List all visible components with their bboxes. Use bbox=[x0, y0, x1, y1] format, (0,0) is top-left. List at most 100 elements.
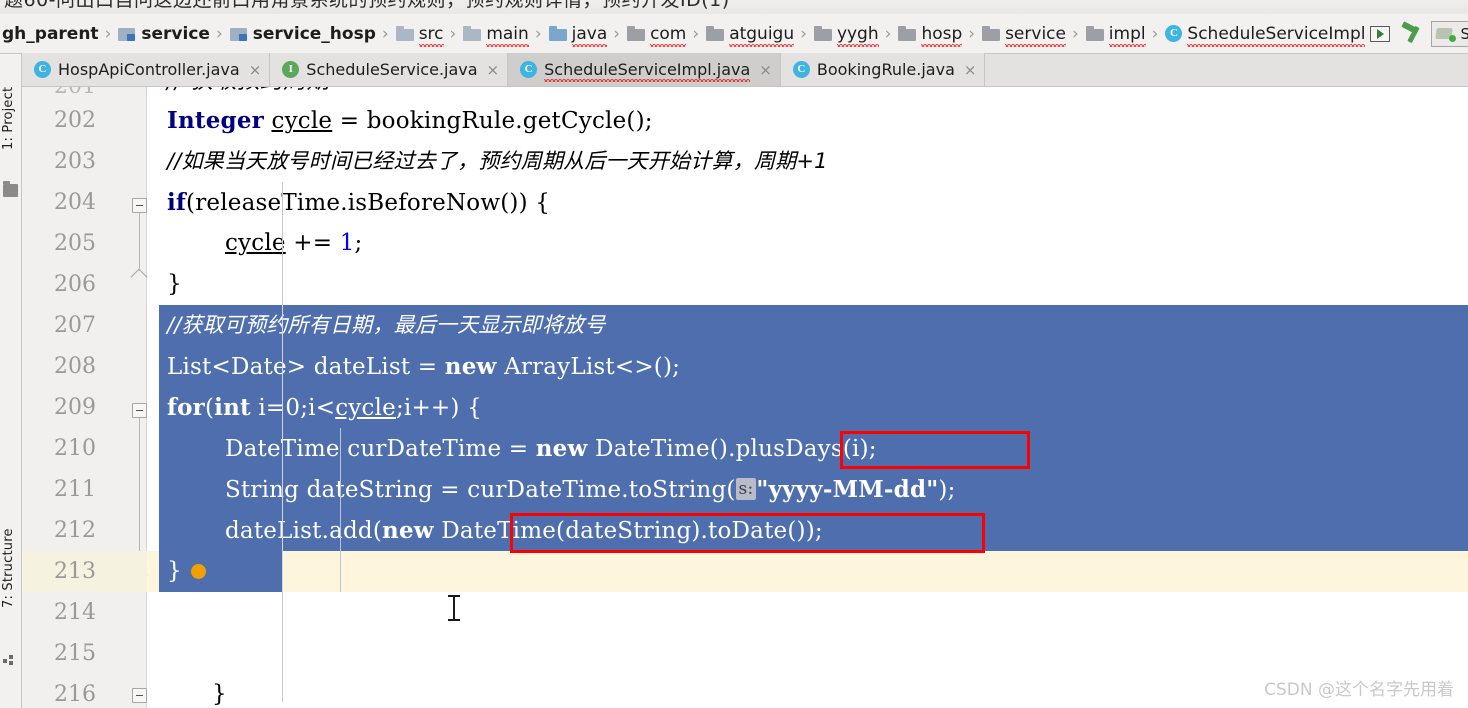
line-text: dateList.add(new DateTime(dateString).to… bbox=[225, 517, 823, 544]
tab-BookingRule[interactable]: C BookingRule.java × bbox=[780, 53, 986, 86]
breadcrumb-item-ScheduleServiceImpl[interactable]: C ScheduleServiceImpl bbox=[1163, 14, 1367, 53]
service-running-icon bbox=[1436, 26, 1457, 42]
code-editor[interactable]: 201 // 获取预约周期 202 Integer cycle = bookin… bbox=[22, 87, 1468, 708]
breadcrumb-item-com[interactable]: com bbox=[625, 14, 688, 53]
code-line-210[interactable]: 210 DateTime curDateTime = new DateTime(… bbox=[22, 428, 1468, 469]
breadcrumb-separator: › bbox=[534, 23, 542, 44]
line-number: 213 bbox=[54, 559, 96, 584]
line-number: 204 bbox=[54, 190, 96, 215]
line-text: } bbox=[212, 681, 227, 707]
breadcrumb-item-hosp[interactable]: hosp bbox=[896, 14, 964, 53]
breadcrumb-item-gh_parent[interactable]: gh_parent bbox=[0, 14, 101, 53]
service-selector[interactable]: S bbox=[1431, 20, 1468, 47]
tab-ScheduleServiceImpl[interactable]: C ScheduleServiceImpl.java × bbox=[508, 53, 781, 86]
breadcrumb-item-service-pkg[interactable]: service bbox=[980, 14, 1068, 53]
code-line-205[interactable]: 205 cycle += 1; bbox=[22, 223, 1468, 264]
breadcrumb-label: ScheduleServiceImpl bbox=[1187, 23, 1366, 47]
line-number: 205 bbox=[54, 231, 96, 256]
code-line-209[interactable]: 209 for(int i=0;i<cycle;i++) { bbox=[22, 387, 1468, 428]
line-text: for(int i=0;i<cycle;i++) { bbox=[167, 394, 482, 421]
line-text: cycle += 1; bbox=[225, 230, 363, 256]
class-icon: C bbox=[1165, 25, 1183, 42]
breadcrumb-label: service bbox=[1005, 23, 1066, 47]
code-line-201[interactable]: 201 // 获取预约周期 bbox=[22, 87, 1468, 100]
breadcrumb-label: main bbox=[486, 23, 530, 47]
breadcrumb-label: java bbox=[571, 23, 608, 47]
breakpoint-marker[interactable] bbox=[191, 564, 206, 579]
close-icon[interactable]: × bbox=[757, 61, 772, 79]
tab-label: HospApiController.java bbox=[58, 60, 240, 79]
left-toolwindow-stripe: 1: Project 7: Structure bbox=[0, 54, 22, 708]
editor-tabs[interactable]: C HospApiController.java × I ScheduleSer… bbox=[22, 53, 1468, 87]
close-icon[interactable]: × bbox=[247, 61, 262, 79]
code-line-204[interactable]: 204 if(releaseTime.isBeforeNow()) { bbox=[22, 182, 1468, 223]
folder-icon bbox=[395, 25, 414, 42]
code-line-216[interactable]: 216 } bbox=[22, 674, 1468, 708]
breadcrumb-label: atguigu bbox=[729, 23, 795, 47]
code-line-213[interactable]: 213 } bbox=[22, 551, 1468, 592]
structure-icon bbox=[3, 653, 18, 666]
code-line-214[interactable]: 214 bbox=[22, 592, 1468, 633]
sidebar-item-project[interactable]: 1: Project bbox=[1, 58, 21, 178]
breadcrumb-item-atguigu[interactable]: atguigu bbox=[704, 14, 796, 53]
line-number: 209 bbox=[54, 395, 96, 420]
breadcrumb-item-yygh[interactable]: yygh bbox=[812, 14, 881, 53]
line-number: 208 bbox=[54, 354, 96, 379]
breadcrumb-item-service_hosp[interactable]: service_hosp bbox=[228, 14, 378, 53]
sidebar-item-structure[interactable]: 7: Structure bbox=[1, 498, 21, 638]
tab-label: BookingRule.java bbox=[816, 60, 955, 79]
build-button[interactable] bbox=[1399, 22, 1425, 46]
folder-grey-icon bbox=[627, 25, 646, 42]
code-line-202[interactable]: 202 Integer cycle = bookingRule.getCycle… bbox=[22, 100, 1468, 141]
line-text: DateTime curDateTime = new DateTime().pl… bbox=[225, 435, 877, 462]
line-number: 201 bbox=[22, 87, 102, 100]
breadcrumb-separator: › bbox=[968, 23, 976, 44]
breadcrumb-label: service bbox=[141, 23, 210, 44]
code-line-203[interactable]: 203 //如果当天放号时间已经过去了，预约周期从后一天开始计算，周期+1 bbox=[22, 141, 1468, 182]
module-icon bbox=[118, 26, 136, 42]
mouse-cursor-ibeam bbox=[447, 595, 460, 621]
run-button[interactable] bbox=[1367, 22, 1393, 46]
line-number: 207 bbox=[54, 313, 96, 338]
code-line-211[interactable]: 211 String dateString = curDateTime.toSt… bbox=[22, 469, 1468, 510]
ide-window: 题60-问出口自问这边还前口用角景系统的预约规则，预约规则详情，预约开发ID(1… bbox=[0, 0, 1468, 708]
tab-ScheduleService[interactable]: I ScheduleService.java × bbox=[270, 53, 509, 86]
code-line-212[interactable]: 212 dateList.add(new DateTime(dateString… bbox=[22, 510, 1468, 551]
breadcrumb-item-java[interactable]: java bbox=[547, 14, 610, 53]
line-number: 211 bbox=[54, 477, 96, 502]
breadcrumb-item-src[interactable]: src bbox=[394, 14, 446, 53]
line-text: //获取可预约所有日期，最后一天显示即将放号 bbox=[167, 313, 606, 337]
breadcrumb-label: impl bbox=[1108, 23, 1146, 47]
project-folder-icon bbox=[3, 181, 18, 197]
breadcrumb-separator: › bbox=[1071, 23, 1079, 44]
breadcrumb-item-main[interactable]: main bbox=[461, 14, 530, 53]
hammer-icon bbox=[1401, 23, 1423, 45]
close-icon[interactable]: × bbox=[485, 61, 500, 79]
indent-guide bbox=[282, 592, 283, 702]
breadcrumb[interactable]: gh_parent › service › service_hosp › src… bbox=[0, 14, 1468, 54]
code-line-206[interactable]: 206 } bbox=[22, 264, 1468, 305]
code-line-215[interactable]: 215 bbox=[22, 633, 1468, 674]
line-text: } bbox=[167, 558, 182, 584]
breadcrumb-item-service[interactable]: service bbox=[116, 14, 212, 53]
breadcrumb-separator: › bbox=[692, 23, 700, 44]
code-line-207[interactable]: 207 //获取可预约所有日期，最后一天显示即将放号 bbox=[22, 305, 1468, 346]
folder-grey-icon bbox=[1085, 25, 1104, 42]
breadcrumb-item-impl[interactable]: impl bbox=[1084, 14, 1148, 53]
tab-HospApiController[interactable]: C HospApiController.java × bbox=[22, 53, 271, 86]
code-line-208[interactable]: 208 List<Date> dateList = new ArrayList<… bbox=[22, 346, 1468, 387]
class-icon: C bbox=[792, 61, 810, 78]
service-selector-label: S bbox=[1460, 25, 1468, 43]
line-text: // 获取预约周期 bbox=[167, 87, 330, 94]
class-icon: C bbox=[34, 61, 51, 78]
breadcrumb-separator: › bbox=[1151, 23, 1159, 44]
breadcrumb-label: src bbox=[418, 23, 444, 47]
breadcrumb-label: com bbox=[650, 23, 687, 47]
line-number: 210 bbox=[54, 436, 96, 461]
line-text: String dateString = curDateTime.toString… bbox=[225, 476, 956, 503]
run-icon bbox=[1370, 25, 1391, 42]
class-icon: C bbox=[520, 61, 538, 78]
breadcrumb-separator: › bbox=[800, 23, 807, 44]
interface-icon: I bbox=[282, 61, 300, 78]
close-icon[interactable]: × bbox=[962, 61, 977, 79]
